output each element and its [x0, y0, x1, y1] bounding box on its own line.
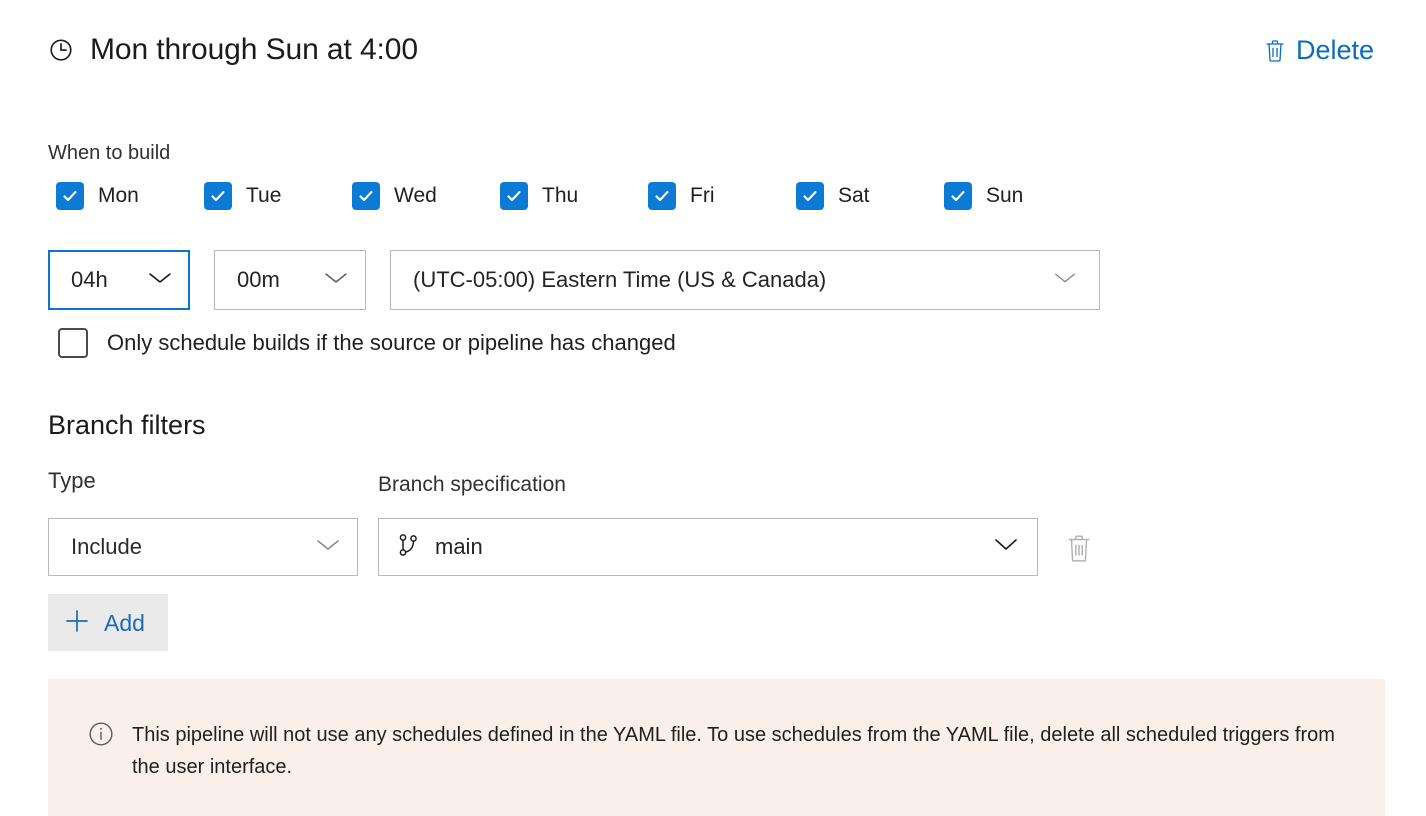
chevron-down-icon [301, 537, 341, 557]
day-label: Wed [394, 184, 437, 207]
delete-button[interactable]: Delete [1261, 32, 1378, 68]
type-column-label: Type [48, 468, 96, 493]
trash-icon [1265, 39, 1285, 62]
hours-value: 04h [71, 267, 108, 292]
timezone-value: (UTC-05:00) Eastern Time (US & Canada) [413, 267, 827, 292]
chevron-down-icon [133, 270, 173, 290]
checkbox-checked-icon [500, 182, 528, 210]
day-label: Sat [838, 184, 870, 207]
day-checkbox-sat[interactable]: Sat [796, 182, 944, 210]
add-branch-filter-button[interactable]: Add [48, 594, 168, 651]
day-checkbox-fri[interactable]: Fri [648, 182, 796, 210]
plus-icon [64, 608, 90, 637]
timezone-dropdown[interactable]: (UTC-05:00) Eastern Time (US & Canada) [390, 250, 1100, 310]
checkbox-checked-icon [796, 182, 824, 210]
git-branch-icon [397, 533, 419, 562]
title-group: Mon through Sun at 4:00 [48, 32, 418, 68]
branch-filter-row: Include main [48, 518, 1102, 576]
day-label: Sun [986, 184, 1024, 207]
schedule-trigger-panel: Mon through Sun at 4:00 Delete When to b… [0, 0, 1426, 816]
trash-icon [1066, 533, 1092, 562]
day-checkbox-sun[interactable]: Sun [944, 182, 1023, 210]
filter-type-value: Include [71, 534, 142, 559]
only-if-changed-checkbox[interactable]: Only schedule builds if the source or pi… [58, 328, 676, 358]
minutes-value: 00m [237, 267, 280, 292]
day-checkbox-tue[interactable]: Tue [204, 182, 352, 210]
day-checkbox-thu[interactable]: Thu [500, 182, 648, 210]
clock-icon [48, 37, 74, 63]
branch-filters-heading: Branch filters [48, 410, 206, 440]
chevron-down-icon [979, 537, 1019, 557]
days-checkbox-group: Mon Tue Wed Thu Fri Sat Sun [56, 182, 1023, 210]
branch-specification-column-label: Branch specification [378, 473, 566, 496]
chevron-down-icon [1039, 270, 1077, 290]
checkbox-checked-icon [648, 182, 676, 210]
day-label: Fri [690, 184, 715, 207]
page-title: Mon through Sun at 4:00 [90, 33, 418, 66]
day-label: Tue [246, 184, 282, 207]
only-if-changed-label: Only schedule builds if the source or pi… [107, 330, 676, 355]
panel-header: Mon through Sun at 4:00 Delete [48, 32, 1378, 68]
checkbox-checked-icon [204, 182, 232, 210]
checkbox-unchecked-icon [58, 328, 88, 358]
filter-type-dropdown[interactable]: Include [48, 518, 358, 576]
info-circle-icon [88, 719, 114, 752]
chevron-down-icon [309, 270, 349, 290]
minutes-dropdown[interactable]: 00m [214, 250, 366, 310]
info-banner-text: This pipeline will not use any schedules… [132, 724, 1335, 778]
info-banner: This pipeline will not use any schedules… [48, 679, 1385, 816]
branch-value: main [435, 534, 483, 559]
delete-label: Delete [1295, 35, 1374, 65]
branch-specification-dropdown[interactable]: main [378, 518, 1038, 576]
checkbox-checked-icon [56, 182, 84, 210]
delete-branch-filter-button[interactable] [1056, 524, 1102, 570]
when-to-build-label: When to build [48, 142, 171, 164]
add-label: Add [104, 609, 145, 636]
day-checkbox-wed[interactable]: Wed [352, 182, 500, 210]
day-label: Mon [98, 184, 139, 207]
checkbox-checked-icon [944, 182, 972, 210]
checkbox-checked-icon [352, 182, 380, 210]
time-selectors: 04h 00m (UTC-05:00) Eastern Time (US & C… [48, 250, 1100, 310]
hours-dropdown[interactable]: 04h [48, 250, 190, 310]
day-checkbox-mon[interactable]: Mon [56, 182, 204, 210]
day-label: Thu [542, 184, 579, 207]
